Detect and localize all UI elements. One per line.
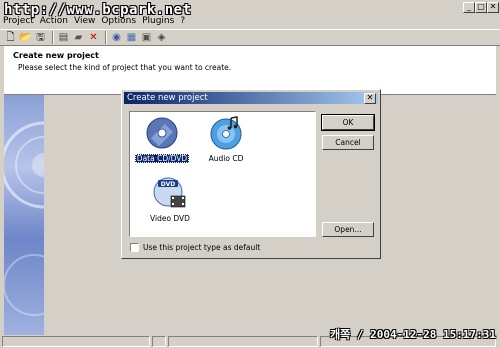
project-type-list: Data CD/DVD Audio CD DVD Video DVD xyxy=(129,111,316,237)
status-pane-3 xyxy=(168,336,318,347)
checkbox-label: Use this project type as default xyxy=(143,243,261,252)
status-pane-2 xyxy=(152,336,166,347)
dialog-title: Create new project xyxy=(127,93,208,103)
header-subtitle: Please select the kind of project that y… xyxy=(18,63,232,72)
ok-button[interactable]: OK xyxy=(321,114,375,131)
open-icon[interactable]: 📂 xyxy=(19,32,32,44)
timestamp-stamp: 캐쪽 / 2004-12-28 15:17:31 xyxy=(330,328,496,341)
toolbar-separator xyxy=(105,31,107,44)
status-pane-1 xyxy=(2,336,150,347)
audio-cd-icon xyxy=(210,116,242,150)
default-type-checkbox[interactable]: Use this project type as default xyxy=(130,243,260,252)
type-label: Data CD/DVD xyxy=(134,154,190,163)
wizard-header: Create new project Please select the kin… xyxy=(4,46,496,95)
toolbar: 🗋 📂 🖫 ▤ ▰ ✕ ◉ ▦ ▣ ◈ xyxy=(0,29,500,46)
type-label: Video DVD xyxy=(150,214,190,223)
minimize-button[interactable]: _ xyxy=(463,2,475,13)
cancel-button[interactable]: Cancel xyxy=(322,135,374,150)
properties-icon[interactable]: ▦ xyxy=(125,32,138,44)
checkbox-box[interactable] xyxy=(130,243,139,252)
disc-graphic xyxy=(4,121,44,316)
new-icon[interactable]: 🗋 xyxy=(4,32,17,44)
toolbar-separator xyxy=(52,31,54,44)
header-title: Create new project xyxy=(13,51,99,60)
delete-icon[interactable]: ✕ xyxy=(87,32,100,44)
open-button[interactable]: Open... xyxy=(322,222,374,237)
maximize-button[interactable]: □ xyxy=(475,2,487,13)
burn-icon[interactable]: ◉ xyxy=(110,32,123,44)
project-type-video-dvd[interactable]: DVD Video DVD xyxy=(140,176,200,223)
dialog-titlebar[interactable]: Create new project ✕ xyxy=(124,92,378,104)
project-type-audio-cd[interactable]: Audio CD xyxy=(196,116,256,163)
close-button[interactable]: ✕ xyxy=(487,2,499,13)
sidebar-graphic xyxy=(4,95,44,335)
dialog-close-button[interactable]: ✕ xyxy=(364,93,376,104)
create-project-dialog: Create new project ✕ Data CD/DVD Audio C… xyxy=(121,89,381,259)
video-dvd-icon: DVD xyxy=(153,177,186,208)
project-type-data-cd[interactable]: Data CD/DVD xyxy=(132,116,192,163)
print-icon[interactable]: ▤ xyxy=(57,32,70,44)
data-cd-icon xyxy=(146,117,178,149)
watermark-text: http://www.bcpark.net xyxy=(4,2,192,18)
drive-icon[interactable]: ▣ xyxy=(140,32,153,44)
type-label: Audio CD xyxy=(208,154,244,163)
recorder-icon[interactable]: ◈ xyxy=(155,32,168,44)
save-icon[interactable]: 🖫 xyxy=(34,32,47,44)
svg-text:DVD: DVD xyxy=(161,181,176,188)
folder-icon[interactable]: ▰ xyxy=(72,32,85,44)
